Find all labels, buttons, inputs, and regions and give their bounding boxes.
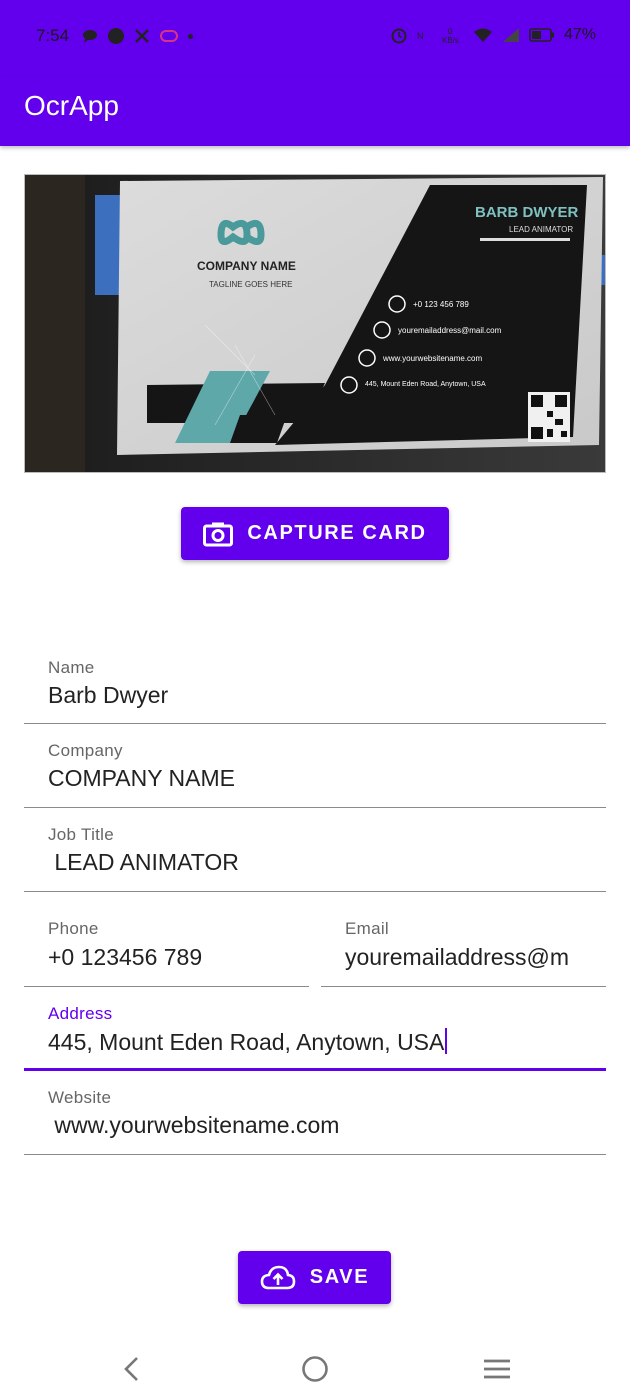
cloud-upload-icon (260, 1265, 296, 1289)
capture-card-button[interactable]: CAPTURE CARD (181, 507, 449, 560)
card-tagline-text: TAGLINE GOES HERE (209, 280, 292, 289)
card-website-text: www.yourwebsitename.com (382, 354, 482, 363)
app-title: OcrApp (24, 90, 119, 121)
x-icon (135, 29, 149, 43)
app-bar: OcrApp (0, 76, 630, 146)
svg-text:KB/s: KB/s (442, 36, 459, 44)
phone-value[interactable]: +0 123456 789 (48, 944, 202, 971)
email-value[interactable]: youremailaddress@m (345, 944, 606, 971)
back-icon[interactable] (120, 1356, 144, 1382)
email-field[interactable]: Email youremailaddress@m (321, 905, 606, 987)
card-phone-text: +0 123 456 789 (413, 300, 469, 309)
name-value[interactable]: Barb Dwyer (48, 682, 168, 709)
card-company-text: COMPANY NAME (197, 259, 296, 273)
signal-icon (502, 28, 519, 42)
company-label: Company (48, 741, 123, 760)
system-icons: N 0 KB/s 47% (390, 26, 596, 44)
website-value[interactable]: www.yourwebsitename.com (48, 1112, 339, 1139)
card-email-text: youremailaddress@mail.com (398, 326, 502, 335)
app-icon (108, 28, 124, 44)
job-title-value[interactable]: LEAD ANIMATOR (48, 849, 239, 876)
save-label: SAVE (309, 1266, 370, 1288)
website-field[interactable]: Website www.yourwebsitename.com (24, 1072, 606, 1155)
svg-text:N: N (417, 31, 424, 41)
battery-percent: 47% (563, 26, 596, 43)
card-name-text: BARB DWYER (475, 204, 578, 221)
card-photo: COMPANY NAME TAGLINE GOES HERE BARB DWYE… (24, 174, 606, 473)
status-bar: 7:54 N 0 KB/s 47% (0, 0, 630, 76)
data-speed-icon: 0KB/s (442, 27, 459, 44)
phone-field[interactable]: Phone +0 123456 789 (24, 905, 309, 987)
name-field[interactable]: Name Barb Dwyer (24, 642, 606, 724)
nfc-icon: N (417, 31, 424, 41)
message-icon (83, 30, 97, 43)
email-label: Email (345, 919, 390, 938)
text-cursor (445, 1028, 448, 1054)
address-value[interactable]: 445, Mount Eden Road, Anytown, USA (48, 1029, 444, 1055)
card-role-text: LEAD ANIMATOR (509, 225, 573, 234)
address-field[interactable]: Address 445, Mount Eden Road, Anytown, U… (24, 988, 606, 1071)
company-value[interactable]: COMPANY NAME (48, 765, 235, 792)
qr-code-icon (528, 392, 570, 442)
notification-icons (82, 28, 193, 44)
phone-label: Phone (48, 919, 99, 938)
save-button[interactable]: SAVE (238, 1251, 391, 1304)
business-card-image: COMPANY NAME TAGLINE GOES HERE BARB DWYE… (25, 175, 605, 472)
capture-card-label: CAPTURE CARD (247, 522, 427, 544)
name-label: Name (48, 658, 95, 677)
wifi-icon (473, 28, 492, 42)
job-title-field[interactable]: Job Title LEAD ANIMATOR (24, 809, 606, 892)
camera-icon (203, 522, 234, 546)
card-address-text: 445, Mount Eden Road, Anytown, USA (365, 381, 486, 388)
address-value-wrap[interactable]: 445, Mount Eden Road, Anytown, USA (48, 1028, 448, 1056)
website-label: Website (48, 1088, 112, 1107)
more-notifications-icon (188, 33, 193, 39)
job-title-label: Job Title (48, 825, 115, 844)
company-field[interactable]: Company COMPANY NAME (24, 725, 606, 808)
alarm-icon (391, 28, 407, 44)
address-label: Address (48, 1004, 113, 1023)
system-nav-bar (0, 1330, 630, 1400)
svg-text:0: 0 (448, 27, 453, 36)
game-icon (160, 30, 178, 42)
home-icon[interactable] (301, 1355, 329, 1383)
status-time: 7:54 (36, 26, 70, 45)
menu-icon[interactable] (482, 1358, 512, 1380)
battery-icon (529, 28, 554, 42)
